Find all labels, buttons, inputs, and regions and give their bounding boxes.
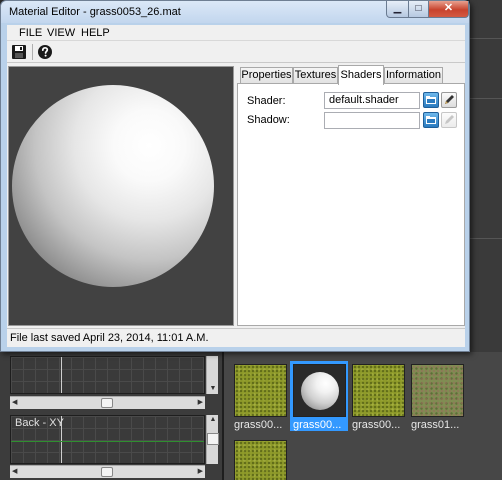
viewport-panel: ▼ ◀ ▶ Back - XY ▲ ◀ ▶ [0,352,222,480]
material-thumbnail-selected[interactable]: grass00... [290,361,348,431]
folder-browse-icon [426,116,436,124]
sphere-icon [300,372,339,410]
menu-file[interactable]: FILE [19,27,42,39]
thumbnail-caption: grass00... [234,419,283,431]
thumbnail-caption: grass00... [352,419,401,431]
viewport-top-vscrollbar[interactable]: ▼ [206,356,218,394]
scroll-right-icon[interactable]: ▶ [198,397,203,409]
browse-shader-button[interactable] [423,92,439,108]
scroll-thumb[interactable] [101,398,113,408]
title-bar[interactable]: Material Editor - grass0053_26.mat ▁ □ ✕ [1,1,469,23]
viewport-axis-vertical [61,357,62,393]
viewport-back-vscrollbar[interactable]: ▲ [206,415,219,464]
material-thumbnail[interactable]: grass01... [411,364,469,431]
editor-content: Properties Textures Shaders Information … [7,63,465,328]
material-thumbnail[interactable]: grass00... [234,364,292,431]
viewport-back-xy[interactable]: Back - XY [10,415,205,464]
thumbnail-caption: grass00... [293,419,342,431]
panel-divider [470,98,502,99]
folder-browse-icon [426,96,436,104]
scroll-up-icon[interactable]: ▲ [207,415,219,425]
shader-field[interactable]: default.shader [324,92,420,109]
sphere-preview-thumbnail [293,364,346,417]
browse-shadow-button[interactable] [423,112,439,128]
toolbar-separator [32,44,33,60]
scroll-down-icon[interactable]: ▼ [207,384,219,394]
shadow-field[interactable] [324,112,420,129]
grass-texture-thumbnail [234,364,287,417]
panel-divider [470,238,502,239]
grass-texture-thumbnail [352,364,405,417]
thumbnail-caption: grass01... [411,419,460,431]
tab-textures[interactable]: Textures [293,67,338,84]
grass-dirt-texture-thumbnail [411,364,464,417]
status-bar: File last saved April 23, 2014, 11:01 A.… [7,328,465,347]
viewport-axis-horizontal [11,441,204,442]
material-preview[interactable] [8,66,234,326]
tab-shaders[interactable]: Shaders [338,65,384,85]
background-panel-strip [470,0,502,352]
scroll-left-icon[interactable]: ◀ [12,466,17,478]
grass-texture-thumbnail [234,440,287,480]
close-button[interactable]: ✕ [428,1,469,18]
status-text: File last saved April 23, 2014, 11:01 A.… [10,332,209,344]
panel-divider [470,38,502,39]
viewport-back-hscrollbar[interactable]: ◀ ▶ [10,465,205,478]
tab-information[interactable]: Information [384,67,443,84]
scroll-thumb[interactable] [101,467,113,477]
help-icon[interactable] [37,44,53,60]
material-browser: grass00... grass00... grass00... grass01… [222,352,502,480]
material-editor-window: Material Editor - grass0053_26.mat ▁ □ ✕… [0,0,470,352]
scroll-thumb[interactable] [207,433,219,445]
window-title: Material Editor - grass0053_26.mat [9,6,181,18]
pencil-icon [445,115,454,124]
shadow-label: Shadow: [247,114,290,126]
toolbar [7,41,465,63]
material-thumbnail[interactable]: grass00... [352,364,410,431]
viewport-label: Back - XY [15,417,64,429]
pencil-icon [445,95,454,104]
edit-shader-button[interactable] [441,92,457,108]
floppy-disk-icon[interactable] [11,44,27,60]
material-thumbnail[interactable] [234,440,292,480]
shaders-panel: Shader: default.shader Shadow: [237,83,465,326]
viewport-top-hscrollbar[interactable]: ◀ ▶ [10,396,205,409]
viewport-top[interactable] [10,356,205,394]
maximize-button[interactable]: □ [408,1,429,18]
menu-help[interactable]: HELP [81,27,110,39]
preview-sphere [12,85,214,287]
scroll-left-icon[interactable]: ◀ [12,397,17,409]
menu-view[interactable]: VIEW [47,27,75,39]
shader-label: Shader: [247,95,286,107]
tab-properties[interactable]: Properties [240,67,293,84]
edit-shadow-button[interactable] [441,112,457,128]
minimize-button[interactable]: ▁ [386,1,409,18]
scroll-right-icon[interactable]: ▶ [198,466,203,478]
menu-bar: FILE VIEW HELP [7,25,465,41]
